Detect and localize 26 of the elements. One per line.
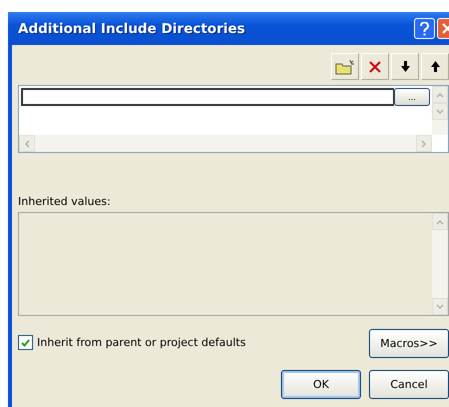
browse-button[interactable]: ... <box>394 88 430 106</box>
macros-button[interactable]: Macros>> <box>369 329 449 358</box>
down-button[interactable] <box>391 53 419 80</box>
ok-button[interactable]: OK <box>281 370 361 399</box>
up-arrow-icon <box>430 61 440 72</box>
chevron-down-icon <box>436 304 444 310</box>
chevron-down-icon <box>436 108 444 114</box>
up-button[interactable] <box>421 53 449 80</box>
help-button[interactable] <box>414 18 435 39</box>
check-icon <box>21 338 30 346</box>
cancel-button[interactable]: Cancel <box>369 370 449 399</box>
chevron-left-icon <box>24 140 30 148</box>
inherit-checkbox[interactable] <box>18 335 33 350</box>
new-folder-button[interactable] <box>331 53 359 80</box>
down-arrow-icon <box>400 61 410 72</box>
inherited-values-label: Inherited values: <box>18 195 112 208</box>
chevron-right-icon <box>421 140 427 148</box>
new-folder-icon <box>335 58 355 74</box>
delete-icon <box>368 60 382 74</box>
window-title: Additional Include Directories <box>18 20 246 36</box>
delete-button[interactable] <box>361 53 389 80</box>
directory-input-field[interactable] <box>21 88 394 106</box>
inherit-checkbox-label: Inherit from parent or project defaults <box>37 336 246 349</box>
chevron-up-icon <box>436 218 444 224</box>
help-icon <box>420 22 429 36</box>
chevron-up-icon <box>436 92 444 98</box>
